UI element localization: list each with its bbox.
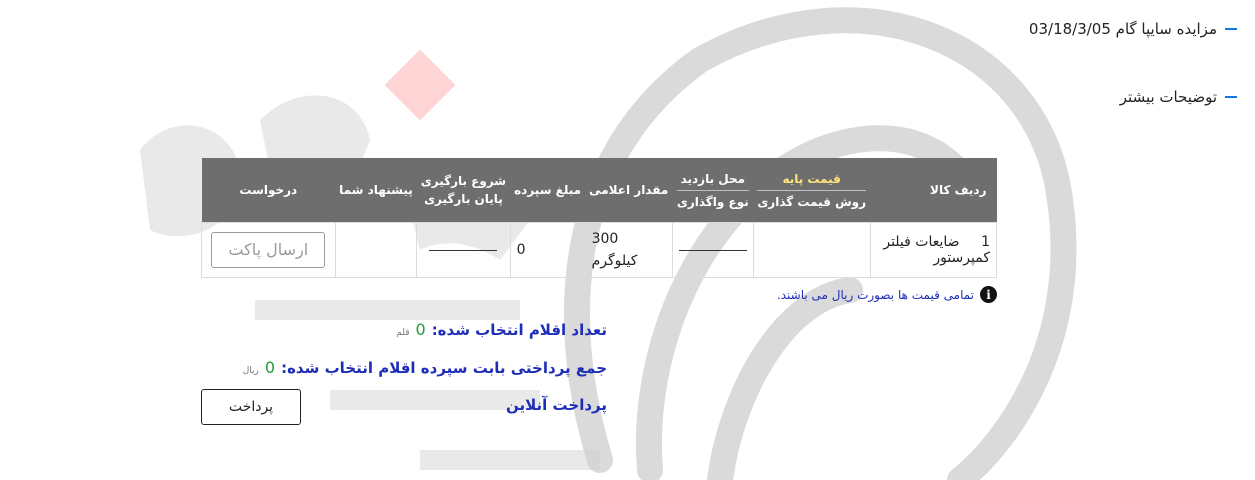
price-note-text: تمامی قیمت ها بصورت ریال می باشند. (776, 287, 974, 302)
cell-visit-transfer (671, 222, 754, 278)
header-visit-transfer: محل بازدید نوع واگذاری (672, 158, 754, 223)
row-number: 1 (981, 234, 990, 250)
empty-value-line (429, 249, 498, 251)
header-load-end: پایان بارگیری (424, 192, 503, 206)
cell-row-item: 1 ضایعات فیلتر کمپرستور (869, 222, 998, 278)
more-info-link[interactable]: توضیحات بیشتر (1120, 88, 1237, 106)
deposit-total-value: 0 (264, 358, 276, 377)
qty-unit: کیلوگرم (591, 253, 638, 269)
header-deposit: مبلغ سپرده (510, 158, 586, 223)
header-base-price: قیمت پایه (782, 171, 841, 186)
header-transfer-type: نوع واگذاری (676, 189, 749, 209)
header-price-method: قیمت پایه روش قیمت گذاری (753, 158, 871, 223)
table-row: 1 ضایعات فیلتر کمپرستور 300 کیلوگرم 0 ار (201, 222, 998, 278)
cell-request: ارسال پاکت (201, 222, 336, 278)
cell-qty: 300 کیلوگرم (584, 222, 673, 278)
header-loading: شروع بارگیری پایان بارگیری (416, 158, 511, 223)
header-announced-qty: مقدار اعلامی (585, 158, 673, 223)
pay-button[interactable]: پرداخت (201, 389, 301, 425)
selected-count-summary: تعداد اقلام انتخاب شده: 0 قلم (396, 320, 607, 339)
selected-count-unit: قلم (396, 328, 410, 338)
deposit-total-label: جمع پرداختی بابت سپرده اقلام انتخاب شده: (281, 359, 607, 377)
auction-link-label[interactable]: مزایده سایپا گام 03/18/3/05 (1029, 20, 1217, 38)
price-note: i تمامی قیمت ها بصورت ریال می باشند. (777, 286, 997, 303)
send-envelope-button[interactable]: ارسال پاکت (211, 232, 326, 268)
auction-link[interactable]: مزایده سایپا گام 03/18/3/05 (1029, 20, 1237, 38)
qty-value: 300 (591, 231, 619, 247)
header-pricing-method: روش قیمت گذاری (757, 189, 867, 209)
table-header-row: ردیف کالا قیمت پایه روش قیمت گذاری محل ب… (201, 158, 997, 223)
deposit-total-unit: ریال (242, 366, 259, 376)
header-row-item: ردیف کالا (870, 158, 997, 223)
online-payment-text: پرداخت آنلاین (505, 396, 607, 414)
header-load-start: شروع بارگیری (420, 174, 507, 188)
cell-loading (416, 222, 511, 278)
deposit-total-summary: جمع پرداختی بابت سپرده اقلام انتخاب شده:… (243, 358, 607, 377)
more-info-label[interactable]: توضیحات بیشتر (1120, 88, 1217, 106)
cell-price-method (752, 222, 871, 278)
items-table: ردیف کالا قیمت پایه روش قیمت گذاری محل ب… (201, 158, 998, 278)
online-payment-label: پرداخت آنلاین (506, 396, 607, 414)
cell-your-offer (334, 222, 418, 278)
header-request: درخواست (201, 158, 336, 223)
info-icon: i (980, 286, 997, 303)
header-your-offer: پیشنهاد شما (335, 158, 417, 223)
cell-deposit: 0 (509, 222, 586, 278)
header-visit-place: محل بازدید (680, 171, 746, 186)
empty-value-line (678, 249, 747, 251)
selected-count-value: 0 (415, 320, 426, 339)
dash-icon (1225, 96, 1237, 98)
dash-icon (1225, 28, 1237, 30)
selected-count-label: تعداد اقلام انتخاب شده: (431, 321, 607, 339)
